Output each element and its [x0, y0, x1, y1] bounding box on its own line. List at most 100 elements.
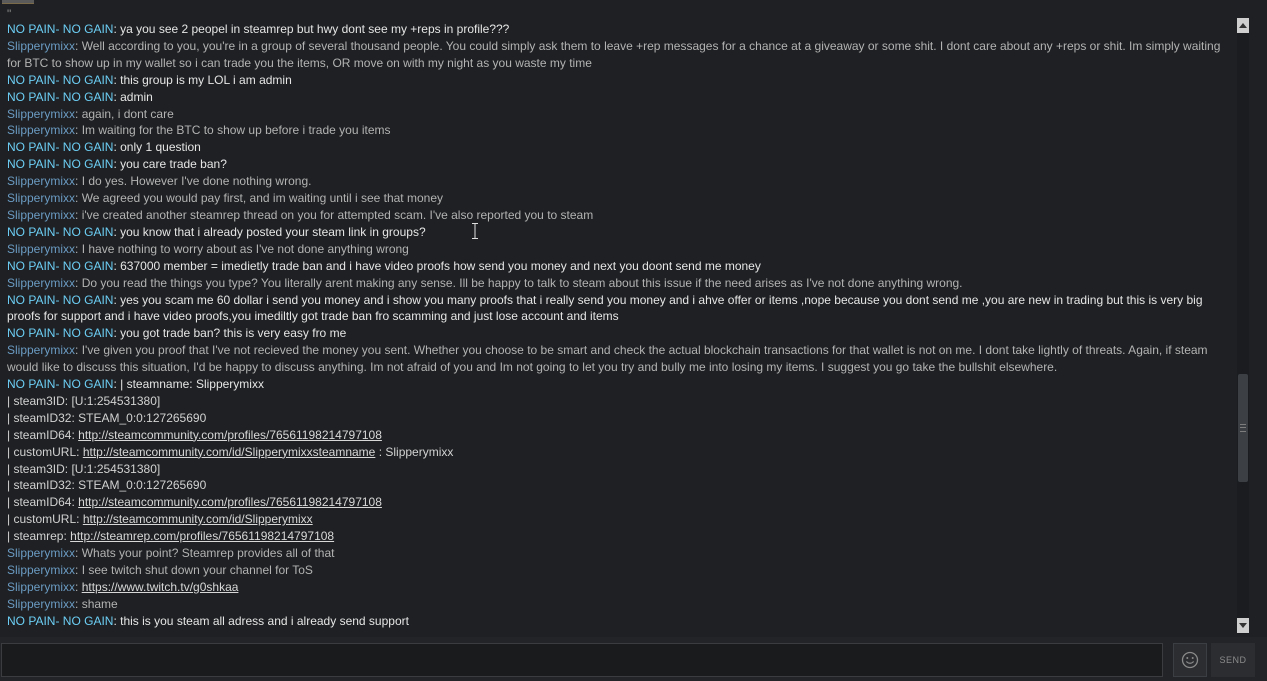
chat-lines: " NO PAIN- NO GAIN: ya you see 2 peopel i… [7, 7, 1229, 630]
chat-message: Slipperymixx: shame [7, 596, 1229, 613]
sender-name: Slipperymixx [7, 579, 76, 594]
chat-message: Slipperymixx: I see twitch shut down you… [7, 562, 1229, 579]
chat-message: NO PAIN- NO GAIN: only 1 question [7, 139, 1229, 156]
message-text: this group is my LOL i am admin [120, 72, 292, 87]
profile-link[interactable]: http://steamcommunity.com/id/Slipperymix… [83, 445, 376, 459]
profile-field-label: | steamID64: [7, 427, 79, 442]
sender-name: NO PAIN- NO GAIN [7, 89, 114, 104]
chat-message: Slipperymixx: Whats your point? Steamrep… [7, 545, 1229, 562]
message-link[interactable]: https://www.twitch.tv/g0shkaa [82, 580, 239, 594]
sender-separator: : [75, 207, 82, 222]
sender-separator: : [75, 191, 82, 206]
message-text: I see twitch shut down your channel for … [81, 563, 313, 577]
profile-info-text: | steamID32: STEAM_0:0:127265690 [7, 478, 207, 493]
sender-name: Slipperymixx [7, 207, 76, 222]
send-button[interactable]: SEND [1211, 643, 1255, 677]
profile-link[interactable]: http://steamcommunity.com/id/Slipperymix… [83, 512, 313, 526]
sender-separator: : [75, 275, 82, 290]
profile-link[interactable]: http://steamcommunity.com/profiles/76561… [78, 495, 382, 509]
emoticon-button[interactable] [1173, 643, 1207, 677]
chat-message: Slipperymixx: i've created another steam… [7, 207, 1229, 224]
sender-separator: : [75, 596, 82, 611]
message-text: I've given you proof that I've not recie… [7, 343, 1208, 375]
sender-separator: : [75, 343, 82, 358]
chat-window: " NO PAIN- NO GAIN: ya you see 2 peopel i… [0, 0, 1267, 681]
message-text: I do yes. However I've done nothing wron… [81, 174, 312, 189]
chat-message: NO PAIN- NO GAIN: | steamname: Slipperym… [7, 376, 1229, 393]
profile-field-label: | customURL: [7, 444, 83, 459]
profile-info-line: | steamID32: STEAM_0:0:127265690 [7, 477, 1229, 494]
sender-name: Slipperymixx [7, 241, 76, 256]
sender-name: NO PAIN- NO GAIN [7, 613, 114, 628]
scroll-thumb[interactable] [1238, 374, 1248, 482]
message-text: Well according to you, you're in a group… [7, 38, 1221, 70]
chat-message: Slipperymixx: I do yes. However I've don… [7, 173, 1229, 190]
sender-name: Slipperymixx [7, 546, 76, 561]
chat-message: Slipperymixx: Well according to you, you… [7, 38, 1229, 72]
sender-name: NO PAIN- NO GAIN [7, 224, 114, 239]
sender-separator: : [75, 123, 82, 138]
profile-link[interactable]: http://steamcommunity.com/profiles/76561… [78, 428, 382, 442]
chat-message: NO PAIN- NO GAIN: you know that i alread… [7, 224, 1229, 241]
profile-link-line: | customURL: http://steamcommunity.com/i… [7, 444, 1229, 461]
sender-separator: : [75, 579, 82, 594]
chat-scrollbar[interactable] [1237, 18, 1249, 634]
profile-link[interactable]: http://steamrep.com/profiles/76561198214… [70, 529, 334, 543]
sender-name: Slipperymixx [7, 343, 76, 358]
message-text: Whats your point? Steamrep provides all … [81, 546, 335, 561]
profile-field-label: | steamID64: [7, 495, 79, 510]
profile-info-text: | steam3ID: [U:1:254531380] [7, 461, 161, 476]
profile-link-line: | customURL: http://steamcommunity.com/i… [7, 511, 1229, 528]
sender-name: NO PAIN- NO GAIN [7, 22, 114, 36]
stray-text-line: " [7, 7, 1229, 21]
profile-info-line: | steam3ID: [U:1:254531380] [7, 393, 1229, 410]
chat-message: Slipperymixx: We agreed you would pay fi… [7, 190, 1229, 207]
chat-message: NO PAIN- NO GAIN: you got trade ban? thi… [7, 325, 1229, 342]
sender-name: NO PAIN- NO GAIN [7, 157, 114, 172]
sender-name: NO PAIN- NO GAIN [7, 140, 114, 155]
scroll-up-button[interactable] [1237, 18, 1249, 33]
sender-separator: : [75, 106, 82, 121]
sender-separator: : [75, 546, 82, 561]
sender-name: NO PAIN- NO GAIN [7, 258, 114, 273]
stray-text: " [7, 7, 12, 21]
chat-message: Slipperymixx: https://www.twitch.tv/g0sh… [7, 579, 1229, 596]
chat-message: Slipperymixx: Do you read the things you… [7, 275, 1229, 292]
sender-name: Slipperymixx [7, 174, 76, 189]
message-text: I have nothing to worry about as I've no… [81, 241, 409, 256]
message-text: i've created another steamrep thread on … [81, 207, 594, 222]
profile-info-line: | steamID32: STEAM_0:0:127265690 [7, 410, 1229, 427]
chat-message: Slipperymixx: I've given you proof that … [7, 342, 1229, 376]
grip-icon [1240, 424, 1246, 432]
profile-info-text: | steamID32: STEAM_0:0:127265690 [7, 410, 207, 425]
chat-message: Slipperymixx: Im waiting for the BTC to … [7, 122, 1229, 139]
message-text: ya you see 2 peopel in steamrep but hwy … [120, 22, 510, 36]
message-text: Do you read the things you type? You lit… [81, 275, 963, 290]
message-text: admin [120, 89, 153, 104]
message-text: 637000 member = imedietly trade ban and … [120, 258, 761, 273]
sender-name: NO PAIN- NO GAIN [7, 377, 114, 392]
composer-bar: SEND [0, 637, 1267, 681]
message-text: this is you steam all adress and i alrea… [120, 613, 409, 628]
chat-log[interactable]: " NO PAIN- NO GAIN: ya you see 2 peopel i… [0, 0, 1234, 637]
profile-link-line: | steamID64: http://steamcommunity.com/p… [7, 494, 1229, 511]
message-text: We agreed you would pay first, and im wa… [81, 191, 443, 206]
chat-message: NO PAIN- NO GAIN: admin [7, 89, 1229, 106]
message-text: you got trade ban? this is very easy fro… [120, 326, 347, 341]
chat-message: NO PAIN- NO GAIN: this group is my LOL i… [7, 72, 1229, 89]
message-text: you care trade ban? [120, 157, 227, 172]
chat-message: NO PAIN- NO GAIN: 637000 member = imedie… [7, 258, 1229, 275]
profile-link-line: | steamrep: http://steamrep.com/profiles… [7, 528, 1229, 545]
message-text: you know that i already posted your stea… [120, 224, 426, 239]
scroll-down-button[interactable] [1237, 618, 1249, 633]
sender-name: Slipperymixx [7, 191, 76, 206]
chat-input[interactable] [1, 643, 1163, 677]
profile-info-line: | steam3ID: [U:1:254531380] [7, 461, 1229, 478]
sender-separator: : [75, 563, 82, 577]
sender-name: Slipperymixx [7, 596, 76, 611]
chat-message: Slipperymixx: again, i dont care [7, 106, 1229, 123]
profile-field-label: | steamrep: [7, 529, 71, 544]
message-text: Im waiting for the BTC to show up before… [81, 123, 391, 138]
sender-name: Slipperymixx [7, 106, 76, 121]
sender-name: NO PAIN- NO GAIN [7, 292, 114, 307]
